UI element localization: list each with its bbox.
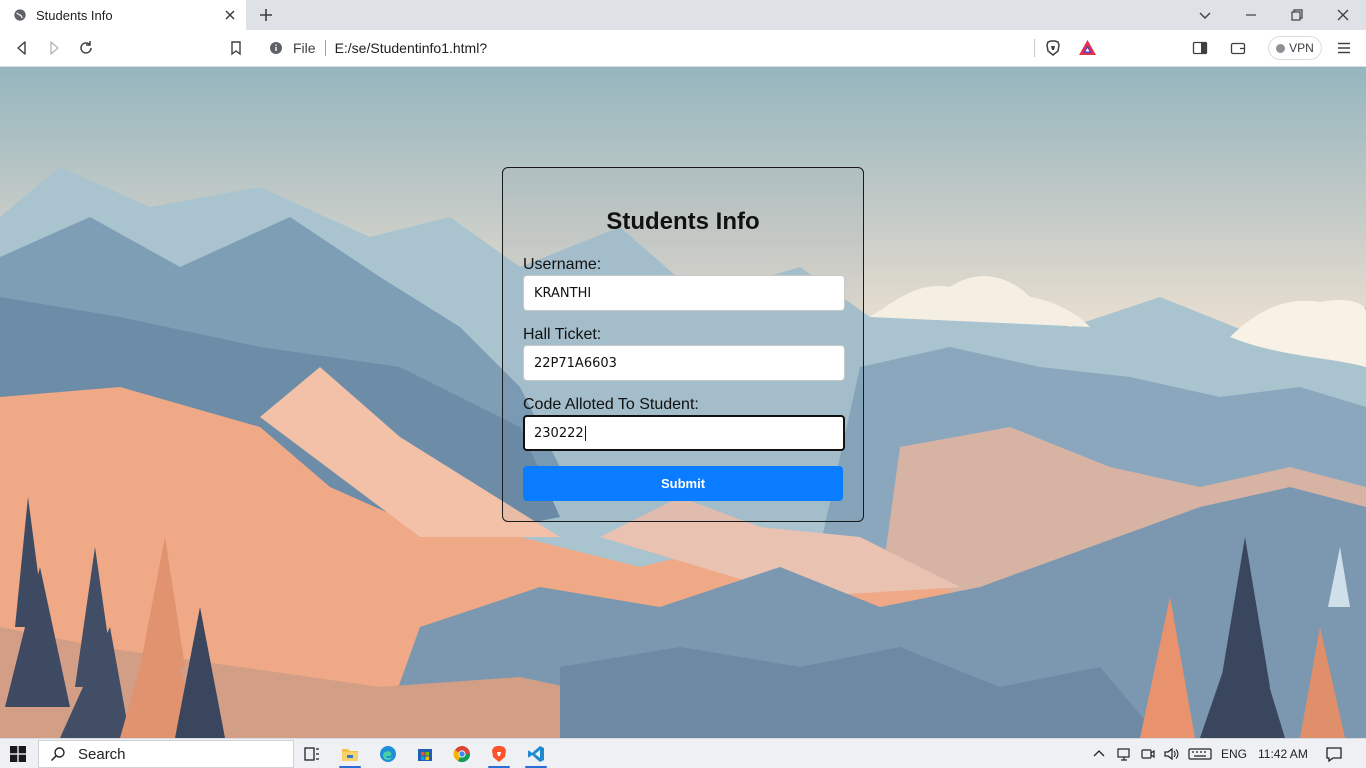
tab-title: Students Info [36, 7, 113, 23]
scheme-label: File [293, 40, 316, 56]
windows-start-icon[interactable] [10, 746, 26, 762]
shields-divider [1034, 39, 1035, 57]
tab-search-chevron-icon[interactable] [1196, 6, 1214, 24]
vpn-label: VPN [1289, 41, 1314, 55]
file-explorer-icon[interactable] [341, 745, 359, 763]
notifications-icon[interactable] [1325, 745, 1343, 763]
browser-toolbar: File E:/se/Studentinfo1.html? VPN [0, 30, 1366, 67]
hamburger-menu-icon[interactable] [1335, 39, 1353, 57]
edge-icon[interactable] [379, 745, 397, 763]
globe-icon [14, 9, 26, 21]
text-caret [584, 425, 586, 441]
username-label: Username: [523, 256, 602, 273]
hall-ticket-input[interactable]: 22P71A6603 [523, 345, 845, 381]
input-language[interactable]: ENG [1221, 747, 1247, 761]
url-text[interactable]: E:/se/Studentinfo1.html? [335, 40, 488, 56]
bookmark-icon[interactable] [227, 39, 245, 57]
hall-ticket-value: 22P71A6603 [534, 355, 617, 371]
task-view-icon[interactable] [303, 745, 321, 763]
back-icon[interactable] [13, 39, 31, 57]
page-viewport: Students Info Username: KRANTHI Hall Tic… [0, 67, 1366, 738]
brave-rewards-icon[interactable] [1078, 39, 1097, 57]
submit-button[interactable]: Submit [523, 466, 843, 501]
code-allotted-value: 230222 [534, 425, 584, 441]
chrome-icon[interactable] [453, 745, 471, 763]
vpn-button[interactable]: VPN [1268, 36, 1322, 60]
wallet-icon[interactable] [1229, 39, 1247, 57]
address-divider [324, 40, 326, 56]
brave-browser-icon[interactable] [490, 745, 508, 763]
search-placeholder: Search [78, 745, 126, 763]
code-allotted-input[interactable]: 230222 [523, 415, 845, 451]
vpn-status-dot-icon [1276, 43, 1286, 53]
show-hidden-icons-chevron-icon[interactable] [1091, 746, 1107, 762]
close-tab-icon[interactable] [223, 8, 237, 22]
code-allotted-label: Code Alloted To Student: [523, 396, 699, 413]
student-info-form-card: Students Info Username: KRANTHI Hall Tic… [502, 167, 864, 522]
meet-now-icon[interactable] [1140, 746, 1156, 762]
taskbar-search-box[interactable]: Search [38, 740, 294, 768]
network-icon[interactable] [1116, 746, 1132, 762]
vscode-icon[interactable] [527, 745, 545, 763]
forward-icon[interactable] [45, 39, 63, 57]
minimize-icon[interactable] [1242, 6, 1260, 24]
windows-taskbar: Search ENG 11:42 AM [0, 738, 1366, 768]
close-window-icon[interactable] [1334, 6, 1352, 24]
volume-icon[interactable] [1163, 746, 1179, 762]
address-bar[interactable]: File E:/se/Studentinfo1.html? [258, 34, 1108, 62]
username-value: KRANTHI [534, 285, 592, 301]
reload-icon[interactable] [77, 39, 95, 57]
hall-ticket-label: Hall Ticket: [523, 326, 602, 343]
new-tab-plus-icon[interactable] [257, 6, 275, 24]
form-title: Students Info [606, 208, 760, 235]
search-icon [50, 747, 65, 762]
browser-tab-students-info[interactable]: Students Info [0, 0, 246, 30]
clock-time[interactable]: 11:42 AM [1258, 747, 1308, 761]
keyboard-icon[interactable] [1188, 746, 1212, 762]
microsoft-store-icon[interactable] [416, 745, 434, 763]
username-input[interactable]: KRANTHI [523, 275, 845, 311]
restore-icon[interactable] [1288, 6, 1306, 24]
browser-tab-strip: Students Info [0, 0, 1366, 30]
sidebar-toggle-icon[interactable] [1191, 39, 1209, 57]
brave-shields-icon[interactable] [1044, 39, 1062, 57]
site-info-icon[interactable] [269, 41, 283, 55]
